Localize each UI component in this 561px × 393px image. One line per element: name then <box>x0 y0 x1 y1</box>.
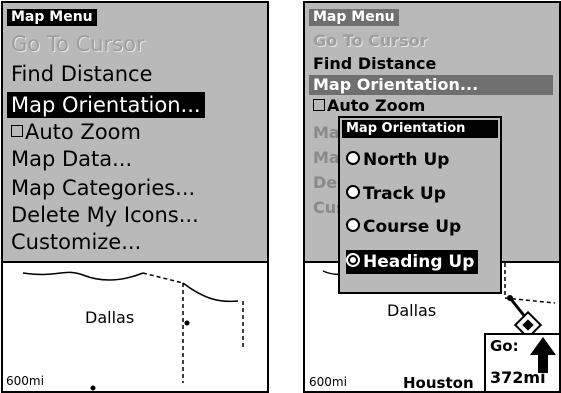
menu-item-map-orientation[interactable]: Map Orientation... <box>309 75 553 95</box>
go-label: Go: <box>490 337 519 355</box>
menu-item-customize[interactable]: Customize... <box>7 229 145 255</box>
map-city-label: Dallas <box>387 301 437 320</box>
menu-title: Map Menu <box>7 9 97 26</box>
option-course-up[interactable]: Course Up <box>346 215 461 239</box>
menu-item-delete-my-icons[interactable]: Delete My Icons... <box>7 202 203 228</box>
map-view[interactable]: Dallas 600mi <box>3 261 267 391</box>
menu-title: Map Menu <box>309 9 399 26</box>
map-scale-label: 600mi <box>6 374 44 388</box>
map-border-lines <box>22 271 244 391</box>
map-city-label: Dallas <box>85 308 135 327</box>
go-info-box: Go: 372mi <box>484 333 559 391</box>
menu-item-label: Auto Zoom <box>25 120 141 144</box>
menu-item-map-orientation[interactable]: Map Orientation... <box>7 92 205 118</box>
menu-item-find-distance[interactable]: Find Distance <box>309 54 440 74</box>
radio-icon <box>346 253 360 267</box>
option-label: North Up <box>363 150 450 170</box>
option-track-up[interactable]: Track Up <box>346 182 446 206</box>
option-label: Course Up <box>363 217 462 237</box>
map-orientation-popup: Map Orientation North Up Track Up Course… <box>338 116 502 294</box>
left-device-screen: Map Menu Go To Cursor Find Distance Map … <box>1 1 269 393</box>
checkbox-icon[interactable] <box>11 125 23 137</box>
option-label: Heading Up <box>363 252 475 272</box>
menu-item-go-to-cursor[interactable]: Go To Cursor <box>309 31 431 51</box>
option-north-up[interactable]: North Up <box>346 148 449 172</box>
menu-item-go-to-cursor[interactable]: Go To Cursor <box>7 31 149 57</box>
map-scale-label: 600mi <box>309 375 347 389</box>
popup-title: Map Orientation <box>342 120 498 138</box>
menu-item-auto-zoom[interactable]: Auto Zoom <box>7 119 145 145</box>
menu-item-map-categories[interactable]: Map Categories... <box>7 175 199 201</box>
checkbox-icon[interactable] <box>313 98 325 111</box>
direction-arrow-icon <box>530 337 556 373</box>
menu-item-find-distance[interactable]: Find Distance <box>7 61 157 87</box>
right-device-screen: Map Menu Go To Cursor Find Distance Map … <box>303 1 561 393</box>
option-label: Track Up <box>363 184 446 204</box>
radio-icon <box>346 151 360 165</box>
menu-item-label: Auto Zoom <box>327 96 426 115</box>
map-city-label-2: Houston <box>403 374 474 392</box>
menu-item-map-data[interactable]: Map Data... <box>7 146 136 172</box>
menu-item-auto-zoom[interactable]: Auto Zoom <box>309 96 429 116</box>
radio-icon <box>346 218 360 232</box>
radio-icon <box>346 185 360 199</box>
option-heading-up[interactable]: Heading Up <box>346 250 479 274</box>
